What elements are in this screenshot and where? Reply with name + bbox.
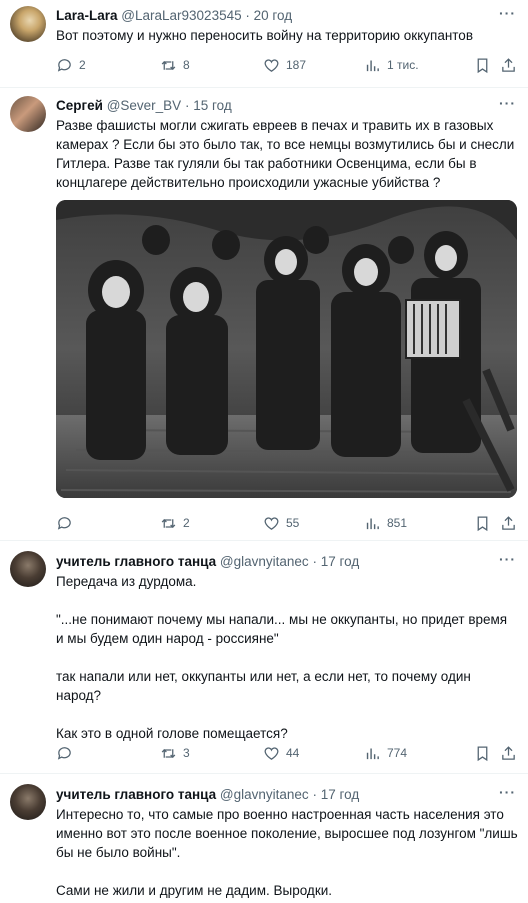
tweet-text: Вот поэтому и нужно переносить войну на … (56, 26, 518, 45)
tweet-actions: 2 8 187 1 тис. (56, 55, 518, 75)
avatar[interactable] (10, 551, 46, 587)
tweet-paragraph: "...не понимают почему мы напали... мы н… (56, 612, 508, 646)
share-icon (502, 745, 515, 760)
retweet-button[interactable]: 3 (160, 743, 190, 763)
like-count: 44 (286, 746, 300, 760)
tweet-header: учитель главного танца @glavnyitanec · 1… (56, 786, 359, 804)
like-icon (264, 58, 279, 72)
bookmark-icon (477, 57, 488, 73)
retweet-count: 8 (183, 58, 190, 72)
views-icon (366, 518, 379, 529)
like-icon (264, 516, 279, 530)
bookmark-button[interactable] (474, 55, 497, 75)
share-button[interactable] (500, 513, 523, 533)
views-button[interactable]: 1 тис. (364, 55, 419, 75)
retweet-icon (161, 518, 176, 528)
tweet-paragraph: Сами не жили и другим не дадим. Выродки. (56, 883, 333, 898)
author-name[interactable]: Lara-Lara (56, 8, 118, 23)
more-icon[interactable]: ··· (499, 5, 516, 21)
tweet-paragraph: Передача из дурдома. (56, 574, 197, 589)
reply-icon (57, 58, 71, 72)
like-count: 187 (286, 58, 307, 72)
views-icon (366, 748, 379, 759)
share-button[interactable] (500, 743, 523, 763)
tweet-photo[interactable] (56, 200, 517, 498)
like-button[interactable]: 44 (263, 743, 299, 763)
tweet-header: Сергей @Sever_BV · 15 год (56, 97, 232, 115)
avatar[interactable] (10, 96, 46, 132)
timestamp[interactable]: 15 год (193, 98, 231, 113)
tweet-paragraph: так напали или нет, оккупанты или нет, а… (56, 669, 471, 703)
tweet-4[interactable]: учитель главного танца @glavnyitanec · 1… (0, 774, 528, 903)
separator-dot: · (312, 787, 317, 802)
photo-image (56, 200, 517, 498)
views-count: 1 тис. (387, 58, 419, 72)
tweet-1[interactable]: Lara-Lara @LaraLar93023545 · 20 год ··· … (0, 0, 528, 88)
author-name[interactable]: учитель главного танца (56, 554, 216, 569)
tweet-paragraph: Разве фашисты могли сжигать евреев в печ… (56, 118, 515, 190)
tweet-text: Разве фашисты могли сжигать евреев в печ… (56, 116, 518, 192)
separator-dot: · (184, 98, 190, 113)
bookmark-icon (477, 745, 488, 761)
tweet-text: Интересно то, что самые про военно настр… (56, 805, 518, 900)
author-name[interactable]: учитель главного танца (56, 787, 216, 802)
like-button[interactable]: 187 (263, 55, 306, 75)
retweet-count: 2 (183, 516, 190, 530)
views-button[interactable]: 774 (364, 743, 407, 763)
reply-count: 2 (79, 58, 86, 72)
reply-button[interactable] (56, 743, 79, 763)
tweet-header: Lara-Lara @LaraLar93023545 · 20 год (56, 7, 292, 25)
tweet-paragraph: Как это в одной голове помещается? (56, 726, 288, 741)
retweet-icon (161, 748, 176, 758)
reply-icon (57, 746, 71, 760)
retweet-button[interactable]: 8 (160, 55, 190, 75)
tweet-2[interactable]: Сергей @Sever_BV · 15 год ··· Разве фаши… (0, 88, 528, 540)
separator-dot: · (245, 8, 250, 23)
tweet-paragraph: Интересно то, что самые про военно настр… (56, 807, 518, 860)
bookmark-icon (477, 515, 488, 531)
views-count: 851 (387, 516, 408, 530)
tweet-actions: 2 55 851 (56, 513, 518, 533)
tweet-paragraph: Вот поэтому и нужно переносить войну на … (56, 28, 473, 43)
tweet-actions: 3 44 774 (56, 743, 518, 763)
retweet-count: 3 (183, 746, 190, 760)
tweet-text: Передача из дурдома. "...не понимают поч… (56, 572, 518, 743)
more-icon[interactable]: ··· (499, 551, 516, 567)
like-count: 55 (286, 516, 300, 530)
tweet-3[interactable]: учитель главного танца @glavnyitanec · 1… (0, 541, 528, 773)
retweet-icon (161, 60, 176, 70)
reply-button[interactable] (56, 513, 79, 533)
more-icon[interactable]: ··· (499, 784, 516, 800)
author-handle[interactable]: @LaraLar93023545 (121, 8, 241, 23)
views-icon (366, 60, 379, 71)
retweet-button[interactable]: 2 (160, 513, 190, 533)
share-icon (502, 57, 515, 72)
author-name[interactable]: Сергей (56, 98, 103, 113)
reply-icon (57, 516, 71, 530)
timestamp[interactable]: 17 год (321, 554, 359, 569)
views-button[interactable]: 851 (364, 513, 407, 533)
like-button[interactable]: 55 (263, 513, 299, 533)
timestamp[interactable]: 17 год (321, 787, 359, 802)
author-handle[interactable]: @Sever_BV (107, 98, 182, 113)
share-icon (502, 515, 515, 530)
timestamp[interactable]: 20 год (254, 8, 292, 23)
views-count: 774 (387, 746, 408, 760)
author-handle[interactable]: @glavnyitanec (220, 787, 309, 802)
tweet-header: учитель главного танца @glavnyitanec · 1… (56, 553, 359, 571)
author-handle[interactable]: @glavnyitanec (220, 554, 309, 569)
more-icon[interactable]: ··· (499, 95, 516, 111)
avatar[interactable] (10, 784, 46, 820)
separator-dot: · (312, 554, 317, 569)
bookmark-button[interactable] (474, 743, 497, 763)
reply-button[interactable]: 2 (56, 55, 86, 75)
avatar[interactable] (10, 6, 46, 42)
bookmark-button[interactable] (474, 513, 497, 533)
share-button[interactable] (500, 55, 523, 75)
like-icon (264, 746, 279, 760)
